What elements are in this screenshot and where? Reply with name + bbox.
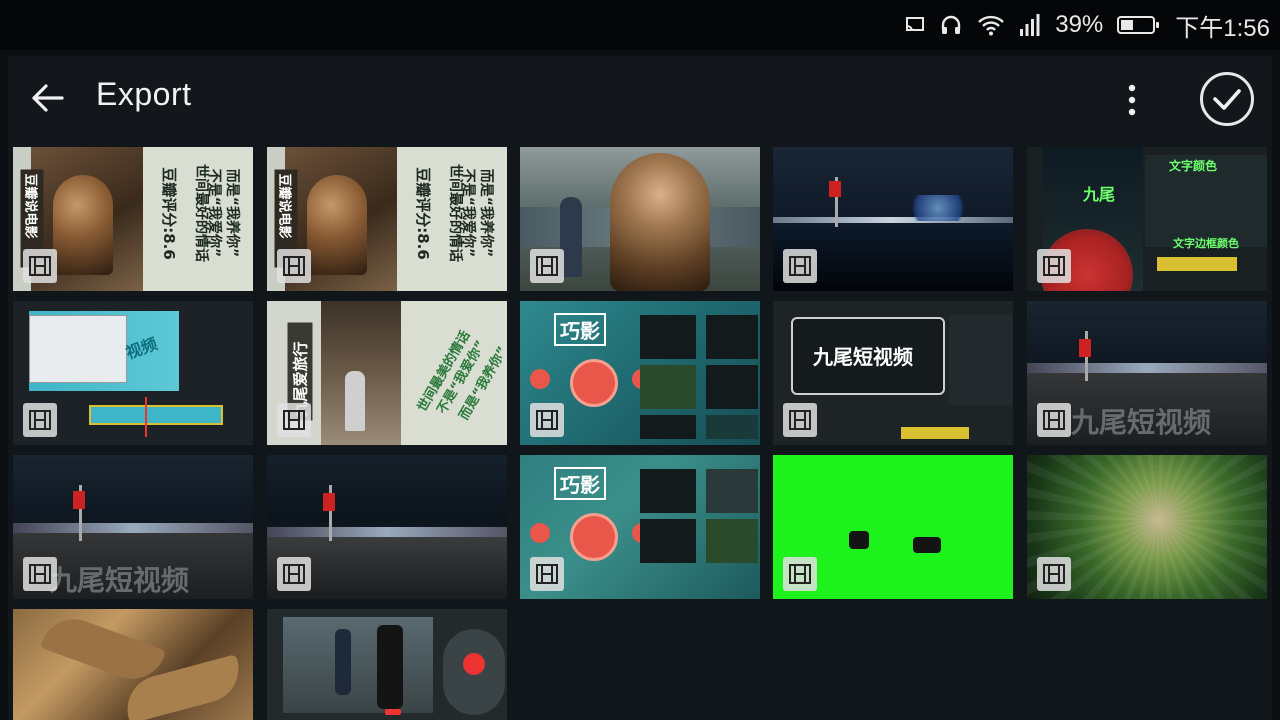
more-vertical-icon — [1128, 84, 1136, 116]
thumbnail-9[interactable]: 九尾短视频 — [773, 301, 1013, 445]
wifi-icon — [978, 15, 1005, 36]
thumbnail-13[interactable]: 巧影 — [520, 455, 760, 599]
film-strip-icon — [1037, 249, 1071, 283]
film-strip-icon — [1037, 557, 1071, 591]
text-border-color-label: 文字边框颜色 — [1173, 237, 1239, 250]
overlay-text: 九尾 — [1083, 185, 1116, 204]
text-color-label: 文字颜色 — [1169, 159, 1218, 173]
thumbnail-8[interactable]: 巧影 — [520, 301, 760, 445]
film-strip-icon — [530, 403, 564, 437]
film-strip-icon — [783, 249, 817, 283]
status-bar: 39% 下午1:56 — [0, 0, 1280, 50]
cast-icon — [906, 17, 925, 32]
thumbnail-17[interactable] — [267, 609, 507, 720]
headphones-icon — [942, 15, 961, 34]
thumbnail-6[interactable]: 视频 — [13, 301, 253, 445]
thumbnail-14[interactable] — [773, 455, 1013, 599]
rating-caption: 豆瓣评分:8.6 — [413, 167, 432, 260]
thumbnail-15[interactable] — [1027, 455, 1267, 599]
check-circle-icon — [1213, 89, 1241, 110]
film-strip-icon — [1037, 403, 1071, 437]
thumbnail-10[interactable]: 九尾短视频 — [1027, 301, 1267, 445]
signal-icon — [1020, 14, 1040, 36]
title-overlay: 九尾短视频 — [813, 345, 913, 369]
quote-line-2: 不是“我爱你” — [206, 168, 223, 258]
app-logo-text: 巧影 — [554, 313, 606, 346]
page-title: Export — [96, 76, 192, 112]
thumbnail-3[interactable] — [520, 147, 760, 291]
film-strip-icon — [23, 249, 57, 283]
battery-fill — [1121, 20, 1133, 30]
quote-line-3: 而是“我养你” — [224, 168, 241, 258]
more-options-button[interactable] — [1120, 80, 1144, 120]
film-strip-icon — [23, 557, 57, 591]
rating-caption: 豆瓣评分:8.6 — [159, 167, 178, 260]
watermark-text: 九尾短视频 — [1071, 406, 1212, 439]
thumbnail-16[interactable] — [13, 609, 253, 720]
clock: 下午1:56 — [1175, 14, 1270, 42]
confirm-button[interactable] — [1200, 72, 1254, 126]
app-bar: Export — [8, 56, 1272, 140]
thumbnail-11[interactable]: 九尾短视频 — [13, 455, 253, 599]
audio-track-label: 音轨 — [1171, 289, 1195, 291]
thumbnail-12[interactable] — [267, 455, 507, 599]
film-strip-icon — [530, 557, 564, 591]
film-strip-icon — [23, 403, 57, 437]
film-strip-icon — [277, 403, 311, 437]
quote-line-3: 而是“我养你” — [478, 168, 495, 258]
app-logo-text: 巧影 — [554, 467, 606, 500]
quote-line-2: 不是“我爱你” — [460, 168, 477, 258]
back-button[interactable] — [28, 78, 68, 118]
thumbnail-7[interactable]: 九尾爱旅行 世间最美的情话 不是“我爱你” 而是“我养你” — [267, 301, 507, 445]
battery-percent: 39% — [1055, 11, 1104, 38]
media-grid: 豆瓣说电影 豆瓣评分:8.6 世间最好的情话 不是“我爱你” 而是“我养你” 豆… — [8, 140, 1272, 720]
film-strip-icon — [783, 557, 817, 591]
thumbnail-4[interactable] — [773, 147, 1013, 291]
thumbnail-1[interactable]: 豆瓣说电影 豆瓣评分:8.6 世间最好的情话 不是“我爱你” 而是“我养你” — [13, 147, 253, 291]
thumbnail-2[interactable]: 豆瓣说电影 豆瓣评分:8.6 世间最好的情话 不是“我爱你” 而是“我养你” — [267, 147, 507, 291]
status-bar-right: 39% 下午1:56 — [905, 0, 1270, 50]
film-strip-icon — [277, 249, 311, 283]
film-strip-icon — [277, 557, 311, 591]
battery-icon — [1117, 16, 1160, 34]
film-strip-icon — [530, 249, 564, 283]
arrow-left-icon — [32, 84, 64, 112]
thumbnail-5[interactable]: 文字颜色 九尾 文字边框颜色 音轨 — [1027, 147, 1267, 291]
film-strip-icon — [783, 403, 817, 437]
watermark-text: 九尾短视频 — [49, 564, 190, 597]
